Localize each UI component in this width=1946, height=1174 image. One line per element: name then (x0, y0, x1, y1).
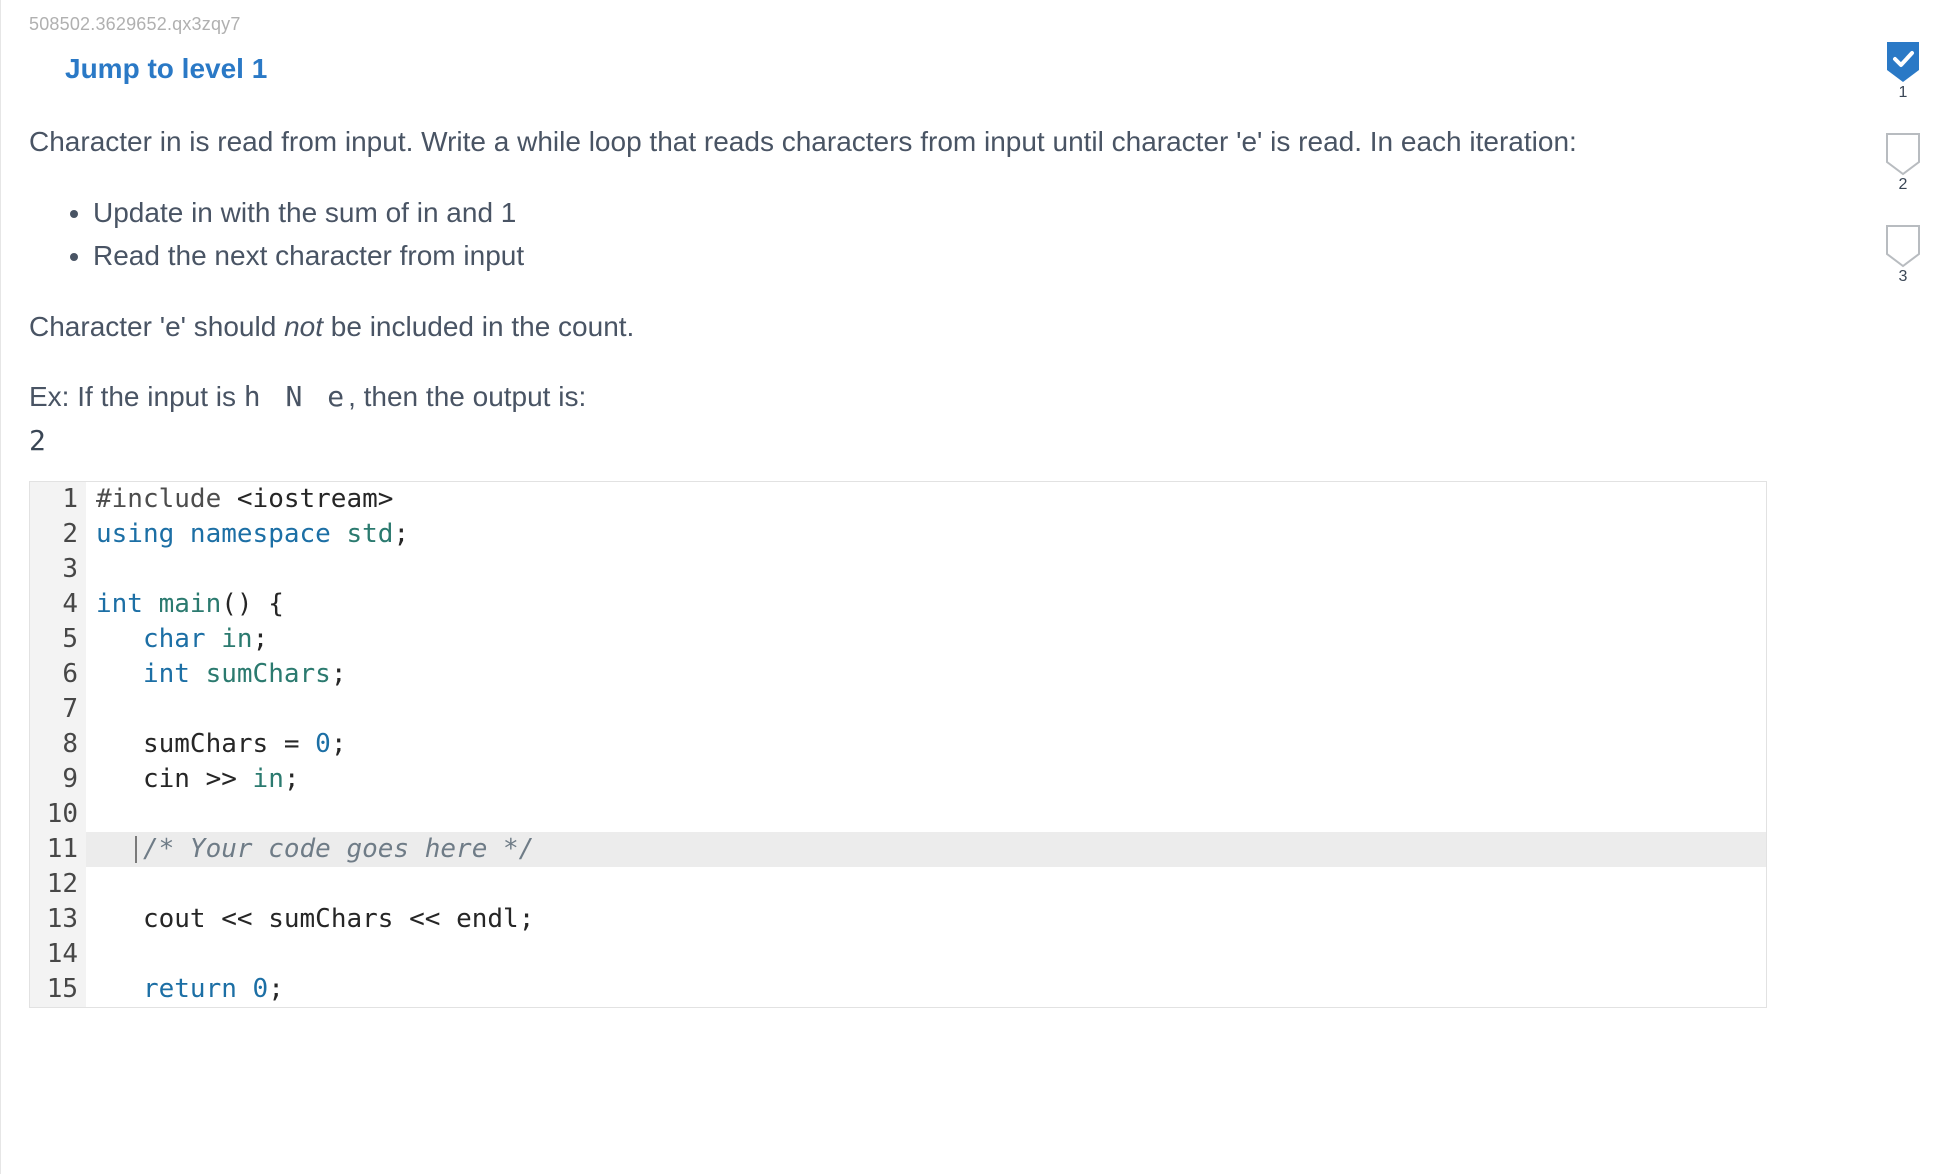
code-line[interactable]: 6 int sumChars; (30, 657, 1766, 692)
example-prefix: Ex: If the input is (29, 381, 244, 412)
code-line[interactable]: 1#include <iostream> (30, 482, 1766, 517)
line-number: 14 (30, 937, 86, 972)
problem-note: Character 'e' should not be included in … (29, 306, 1832, 348)
jump-to-level-link[interactable]: Jump to level 1 (65, 53, 267, 85)
code-content[interactable]: cin >> in; (86, 762, 1766, 797)
level-badge[interactable] (1885, 40, 1921, 84)
problem-main: 508502.3629652.qx3zqy7 Jump to level 1 C… (0, 0, 1860, 1174)
line-number: 3 (30, 552, 86, 587)
level-rail: 1 2 3 (1860, 0, 1946, 1174)
code-line[interactable]: 13 cout << sumChars << endl; (30, 902, 1766, 937)
line-number: 5 (30, 622, 86, 657)
code-line[interactable]: 9 cin >> in; (30, 762, 1766, 797)
code-content[interactable] (86, 552, 1766, 587)
code-content[interactable]: int sumChars; (86, 657, 1766, 692)
code-editor[interactable]: 1#include <iostream>2using namespace std… (29, 481, 1767, 1008)
code-line[interactable]: 3 (30, 552, 1766, 587)
line-number: 8 (30, 727, 86, 762)
example-suffix: , then the output is: (348, 381, 586, 412)
line-number: 7 (30, 692, 86, 727)
line-number: 12 (30, 867, 86, 902)
level-number: 3 (1899, 268, 1908, 286)
code-line[interactable]: 7 (30, 692, 1766, 727)
line-number: 4 (30, 587, 86, 622)
note-text: Character 'e' should (29, 311, 284, 342)
example-line: Ex: If the input is h N e, then the outp… (29, 376, 1832, 418)
line-number: 9 (30, 762, 86, 797)
code-content[interactable]: char in; (86, 622, 1766, 657)
meta-id: 508502.3629652.qx3zqy7 (29, 14, 1832, 35)
code-line[interactable]: 12 (30, 867, 1766, 902)
code-content[interactable]: cout << sumChars << endl; (86, 902, 1766, 937)
code-content[interactable]: return 0; (86, 972, 1766, 1007)
line-number: 15 (30, 972, 86, 1007)
line-number: 6 (30, 657, 86, 692)
code-content[interactable]: /* Your code goes here */ (86, 832, 1766, 867)
code-line[interactable]: 4int main() { (30, 587, 1766, 622)
line-number: 10 (30, 797, 86, 832)
level-number: 2 (1899, 176, 1908, 194)
level-number: 1 (1899, 84, 1908, 102)
code-line[interactable]: 10 (30, 797, 1766, 832)
code-line[interactable]: 8 sumChars = 0; (30, 727, 1766, 762)
problem-intro: Character in is read from input. Write a… (29, 121, 1832, 163)
bullet-item: Update in with the sum of in and 1 (93, 191, 1832, 234)
level-badge[interactable] (1885, 224, 1921, 268)
example-output: 2 (29, 424, 1832, 457)
code-line[interactable]: 5 char in; (30, 622, 1766, 657)
code-content[interactable]: #include <iostream> (86, 482, 1766, 517)
code-content[interactable] (86, 797, 1766, 832)
line-number: 2 (30, 517, 86, 552)
level-badge[interactable] (1885, 132, 1921, 176)
example-input: h N e (244, 380, 348, 413)
code-line[interactable]: 15 return 0; (30, 972, 1766, 1007)
note-text-b: be included in the count. (323, 311, 634, 342)
code-content[interactable]: int main() { (86, 587, 1766, 622)
code-content[interactable]: sumChars = 0; (86, 727, 1766, 762)
code-line[interactable]: 14 (30, 937, 1766, 972)
code-content[interactable] (86, 692, 1766, 727)
note-em: not (284, 311, 323, 342)
line-number: 1 (30, 482, 86, 517)
line-number: 13 (30, 902, 86, 937)
cursor (135, 836, 137, 863)
code-line[interactable]: 2using namespace std; (30, 517, 1766, 552)
code-content[interactable] (86, 867, 1766, 902)
line-number: 11 (30, 832, 86, 867)
code-line[interactable]: 11 /* Your code goes here */ (30, 832, 1766, 867)
bullet-item: Read the next character from input (93, 234, 1832, 277)
code-content[interactable] (86, 937, 1766, 972)
code-content[interactable]: using namespace std; (86, 517, 1766, 552)
problem-bullets: Update in with the sum of in and 1 Read … (93, 191, 1832, 278)
